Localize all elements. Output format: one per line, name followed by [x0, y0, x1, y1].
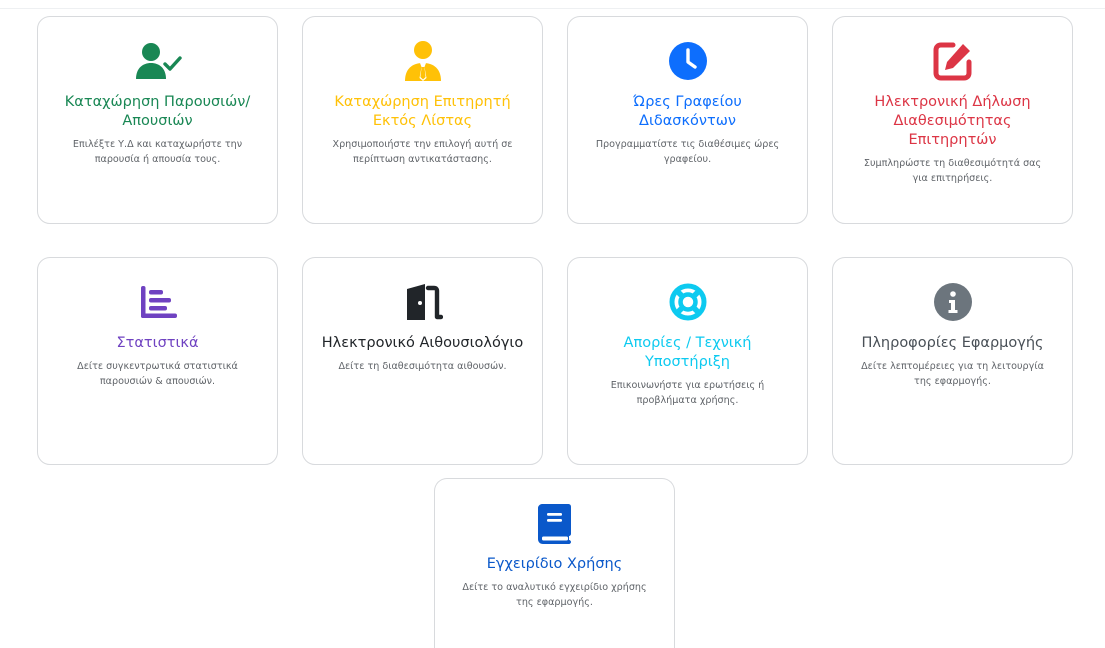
- card-app-info[interactable]: Πληροφορίες Εφαρμογής Δείτε λεπτομέρειες…: [832, 257, 1073, 465]
- user-check-icon: [134, 37, 182, 85]
- card-attendance[interactable]: Καταχώρηση Παρουσιών/Απουσιών Επιλέξτε Υ…: [37, 16, 278, 224]
- door-open-icon: [399, 278, 447, 326]
- card-description: Επικοινωνήστε για ερωτήσεις ή προβλήματα…: [610, 380, 765, 406]
- card-title: Ώρες Γραφείου Διδασκόντων: [633, 94, 742, 129]
- chart-simple-icon: [134, 278, 182, 326]
- card-availability-declaration[interactable]: Ηλεκτρονική Δήλωση Διαθεσιμότητας Επιτηρ…: [832, 16, 1073, 224]
- card-description: Προγραμματίστε τις διαθέσιμες ώρες γραφε…: [595, 139, 780, 165]
- card-title: Πληροφορίες Εφαρμογής: [861, 335, 1044, 351]
- card-title: Εγχειρίδιο Χρήσης: [486, 556, 623, 572]
- card-title: Απορίες / Τεχνική Υποστήριξη: [623, 335, 752, 370]
- card-tech-support[interactable]: Απορίες / Τεχνική Υποστήριξη Επικοινωνήσ…: [567, 257, 808, 465]
- card-user-manual[interactable]: Εγχειρίδιο Χρήσης Δείτε το αναλυτικό εγχ…: [434, 478, 675, 648]
- card-description: Επιλέξτε Υ.Δ και καταχωρήστε την παρουσί…: [72, 139, 243, 165]
- card-description: Δείτε το αναλυτικό εγχειρίδιο χρήσης της…: [462, 582, 647, 608]
- edit-square-icon: [929, 37, 977, 85]
- user-tie-icon: [399, 37, 447, 85]
- card-title: Ηλεκτρονική Δήλωση Διαθεσιμότητας Επιτηρ…: [874, 94, 1031, 148]
- clock-icon: [664, 37, 712, 85]
- card-office-hours[interactable]: Ώρες Γραφείου Διδασκόντων Προγραμματίστε…: [567, 16, 808, 224]
- card-title: Στατιστικά: [116, 335, 199, 351]
- card-supervisor-off-list[interactable]: Καταχώρηση Επιτηρητή Εκτός Λίστας Χρησιμ…: [302, 16, 543, 224]
- card-description: Δείτε λεπτομέρειες για τη λειτουργία της…: [861, 361, 1044, 387]
- header-divider: [0, 8, 1105, 9]
- card-description: Δείτε συγκεντρωτικά στατιστικά παρουσιών…: [77, 361, 238, 387]
- card-title: Καταχώρηση Παρουσιών/Απουσιών: [64, 94, 251, 129]
- book-icon: [531, 499, 579, 547]
- card-title: Ηλεκτρονικό Αιθουσιολόγιο: [321, 335, 524, 351]
- life-ring-icon: [664, 278, 712, 326]
- card-title: Καταχώρηση Επιτηρητή Εκτός Λίστας: [334, 94, 511, 129]
- card-room-booking[interactable]: Ηλεκτρονικό Αιθουσιολόγιο Δείτε τη διαθε…: [302, 257, 543, 465]
- card-description: Δείτε τη διαθεσιμότητα αιθουσών.: [338, 361, 507, 372]
- card-statistics[interactable]: Στατιστικά Δείτε συγκεντρωτικά στατιστικ…: [37, 257, 278, 465]
- card-description: Συμπληρώστε τη διαθεσιμότητά σας για επι…: [863, 158, 1042, 184]
- info-circle-icon: [929, 278, 977, 326]
- card-description: Χρησιμοποιήστε την επιλογή αυτή σε περίπ…: [332, 139, 513, 165]
